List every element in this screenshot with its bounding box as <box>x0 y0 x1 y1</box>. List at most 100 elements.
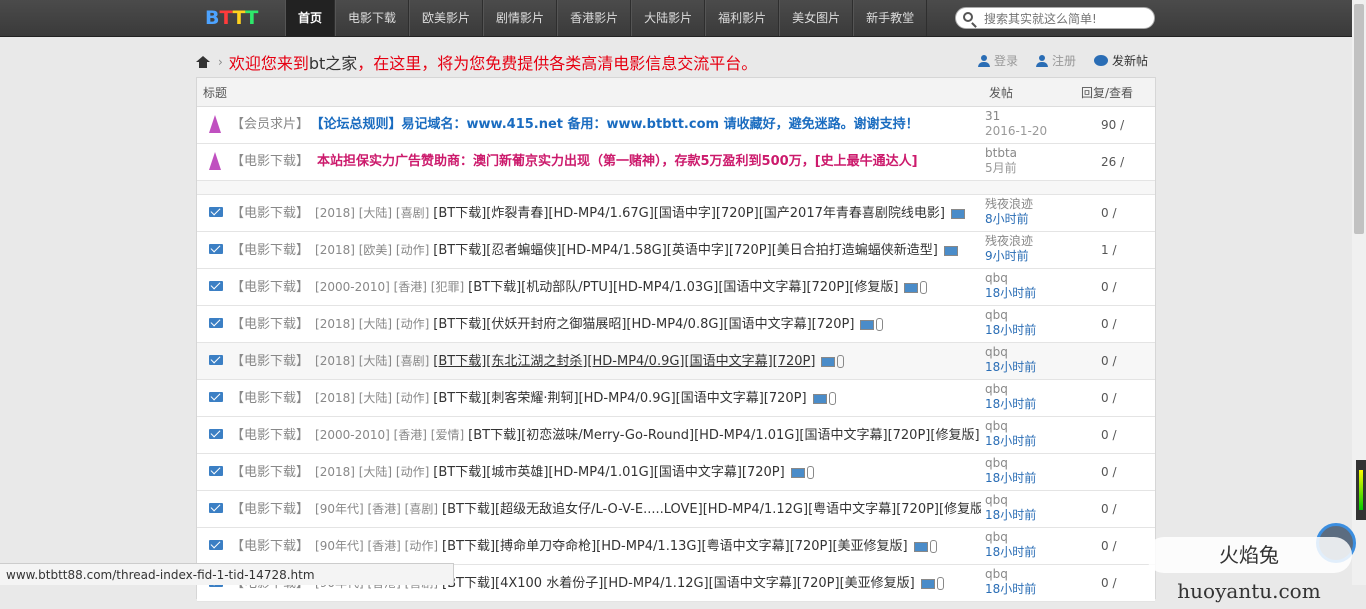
table-header: 标题 发帖 回复/查看 <box>197 78 1155 107</box>
thread-row[interactable]: 【电影下载】 [2018] [大陆] [喜剧] [BT下载][东北江湖之封杀][HD… <box>197 343 1155 380</box>
thread-title[interactable]: [BT下载][刺客荣耀·荆轲][HD-MP4/0.9G][国语中文字幕][720… <box>433 391 806 406</box>
thread-title[interactable]: [BT下载][4X100 水着份子][HD-MP4/1.12G][国语中文字幕]… <box>442 576 915 591</box>
header-stats: 回复/查看 <box>1081 86 1134 100</box>
post-time: 18小时前 <box>985 508 1037 522</box>
forum-label[interactable]: 【电影下载】 <box>231 539 309 554</box>
author-name[interactable]: qbq <box>985 567 1036 582</box>
post-time: 18小时前 <box>985 545 1037 559</box>
author-name[interactable]: 31 <box>985 109 1047 124</box>
thread-tags: [2000-2010] [香港] [犯罪] <box>315 280 465 294</box>
mail-icon <box>209 244 223 254</box>
thread-row[interactable]: 【电影下载】 [2018] [大陆] [动作] [BT下载][伏妖开封府之御猫展昭]… <box>197 306 1155 343</box>
forum-label[interactable]: 【电影下载】 <box>231 280 309 295</box>
side-meter-widget[interactable] <box>1356 460 1366 520</box>
chat-bubble-icon <box>1093 55 1108 66</box>
reply-view-count: 0 / <box>1101 280 1117 294</box>
thread-title[interactable]: [BT下载][炸裂青春][HD-MP4/1.67G][国语中字][720P][国… <box>433 206 945 221</box>
thread-title[interactable]: [BT下载][东北江湖之封杀][HD-MP4/0.9G][国语中文字幕][720… <box>433 354 815 369</box>
author-name[interactable]: qbq <box>985 271 1036 286</box>
author-name[interactable]: qbq <box>985 345 1036 360</box>
site-logo[interactable]: B T T T <box>205 6 258 30</box>
register-link[interactable]: 注册 <box>1035 52 1076 69</box>
nav-welfare[interactable]: 福利影片 <box>705 0 780 36</box>
image-attachment-icon <box>943 245 958 256</box>
search-icon[interactable] <box>963 12 973 22</box>
author-name[interactable]: qbq <box>985 382 1036 397</box>
post-time: 18小时前 <box>985 286 1037 300</box>
new-post-button[interactable]: 发新帖 <box>1093 52 1148 69</box>
post-time: 18小时前 <box>985 471 1037 485</box>
author-name[interactable]: 残夜浪迹 <box>985 197 1033 212</box>
thread-tags: [2018] [大陆] [动作] <box>315 317 430 331</box>
image-attachment-icon <box>790 467 805 478</box>
user-icon <box>977 54 990 67</box>
author-name[interactable]: 残夜浪迹 <box>985 234 1033 249</box>
thread-title[interactable]: [BT下载][忍者蝙蝠侠][HD-MP4/1.58G][英语中字][720P][… <box>433 243 938 258</box>
thread-title[interactable]: [BT下载][超级无敌追女仔/L-O-V-E.....LOVE][HD-MP4/… <box>442 502 981 517</box>
nav-newbie[interactable]: 新手教堂 <box>853 0 928 36</box>
thread-row[interactable]: 【电影下载】 [2018] [欧美] [动作] [BT下载][忍者蝙蝠侠][HD-M… <box>197 232 1155 269</box>
forum-label[interactable]: 【电影下载】 <box>231 428 309 443</box>
home-icon[interactable] <box>196 56 210 68</box>
sticky-row[interactable]: 【会员求片】 【论坛总规则】易记域名：www.415.net 备用：www.btb… <box>197 107 1155 144</box>
thread-row[interactable]: 【电影下载】 [2018] [大陆] [动作] [BT下载][刺客荣耀·荆轲][HD… <box>197 380 1155 417</box>
mail-icon <box>209 207 223 217</box>
nav-movie-download[interactable]: 电影下载 <box>335 0 410 36</box>
image-attachment-icon <box>950 208 965 219</box>
thread-title[interactable]: 【论坛总规则】易记域名：www.415.net 备用：www.btbtt.com… <box>317 117 919 132</box>
thread-title[interactable]: [BT下载][搏命单刀夺命枪][HD-MP4/1.13G][粤语中文字幕][72… <box>442 539 908 554</box>
main-nav: 首页 电影下载 欧美影片 剧情影片 香港影片 大陆影片 福利影片 美女图片 新手… <box>285 0 928 36</box>
thread-row[interactable]: 【电影下载】 [2018] [大陆] [动作] [BT下载][城市英雄][HD-MP… <box>197 454 1155 491</box>
author-name[interactable]: qbq <box>985 456 1036 471</box>
thread-row[interactable]: 【电影下载】 [2000-2010] [香港] [爱情] [BT下载][初恋滋味/M… <box>197 417 1155 454</box>
thread-row[interactable]: 【电影下载】 [90年代] [香港] [喜剧] [BT下载][超级无敌追女仔/L-O… <box>197 491 1155 528</box>
image-attachment-icon <box>860 319 875 330</box>
login-link[interactable]: 登录 <box>977 52 1018 69</box>
forum-label[interactable]: 【电影下载】 <box>231 206 309 221</box>
thread-row[interactable]: 【电影下载】 [2000-2010] [香港] [犯罪] [BT下载][机动部队/P… <box>197 269 1155 306</box>
forum-label[interactable]: 【电影下载】 <box>231 391 309 406</box>
forum-label[interactable]: 【电影下载】 <box>231 243 309 258</box>
nav-western[interactable]: 欧美影片 <box>409 0 484 36</box>
paperclip-icon <box>837 355 845 368</box>
welcome-part2: ，在这里，将为您免费提供各类高清电影信息交流平台。 <box>357 54 758 73</box>
thread-row[interactable]: 【电影下载】 [90年代] [香港] [动作] [BT下载][搏命单刀夺命枪][HD… <box>197 528 1155 565</box>
reply-view-count: 90 / <box>1101 118 1125 132</box>
forum-label[interactable]: 【电影下载】 <box>231 465 309 480</box>
mail-icon <box>209 318 223 328</box>
paperclip-icon <box>806 466 814 479</box>
forum-label[interactable]: 【电影下载】 <box>231 502 309 517</box>
header-title: 标题 <box>203 86 228 100</box>
author-name[interactable]: btbta <box>985 146 1017 161</box>
forum-label[interactable]: 【电影下载】 <box>231 317 309 332</box>
author-name[interactable]: qbq <box>985 493 1036 508</box>
reply-view-count: 0 / <box>1101 539 1117 553</box>
nav-mainland[interactable]: 大陆影片 <box>631 0 706 36</box>
nav-drama[interactable]: 剧情影片 <box>483 0 558 36</box>
paperclip-icon <box>828 392 836 405</box>
thread-row[interactable]: 【电影下载】 [2018] [大陆] [喜剧] [BT下载][炸裂青春][HD-MP… <box>197 195 1155 232</box>
thread-title[interactable]: [BT下载][伏妖开封府之御猫展昭][HD-MP4/0.8G][国语中文字幕][… <box>433 317 854 332</box>
thread-title[interactable]: [BT下载][机动部队/PTU][HD-MP4/1.03G][国语中文字幕][7… <box>468 280 898 295</box>
author-name[interactable]: qbq <box>985 308 1036 323</box>
reply-view-count: 0 / <box>1101 502 1117 516</box>
thread-title[interactable]: [BT下载][初恋滋味/Merry-Go-Round][HD-MP4/1.01G… <box>468 428 979 443</box>
scrollbar-thumb[interactable] <box>1354 4 1364 234</box>
thread-title[interactable]: 本站担保实力广告赞助商：澳门新葡京实力出现（第一赌神），存款5万盈利到500万，… <box>317 154 918 169</box>
chevron-right-icon: › <box>218 55 223 69</box>
section-divider <box>197 181 1155 195</box>
nav-beauty[interactable]: 美女图片 <box>779 0 854 36</box>
thread-title[interactable]: [BT下载][城市英雄][HD-MP4/1.01G][国语中文字幕][720P] <box>433 465 784 480</box>
forum-label[interactable]: 【电影下载】 <box>231 354 309 369</box>
nav-hongkong[interactable]: 香港影片 <box>557 0 632 36</box>
sticky-row[interactable]: 【电影下载】 本站担保实力广告赞助商：澳门新葡京实力出现（第一赌神），存款5万盈利… <box>197 144 1155 181</box>
author-name[interactable]: qbq <box>985 419 1036 434</box>
post-time: 8小时前 <box>985 212 1029 226</box>
nav-home[interactable]: 首页 <box>285 0 336 36</box>
forum-label[interactable]: 【会员求片】 <box>231 117 309 132</box>
image-attachment-icon <box>920 578 935 589</box>
forum-label[interactable]: 【电影下载】 <box>231 154 309 169</box>
search-input[interactable] <box>982 10 1151 28</box>
author-name[interactable]: qbq <box>985 530 1036 545</box>
register-label: 注册 <box>1051 54 1076 68</box>
